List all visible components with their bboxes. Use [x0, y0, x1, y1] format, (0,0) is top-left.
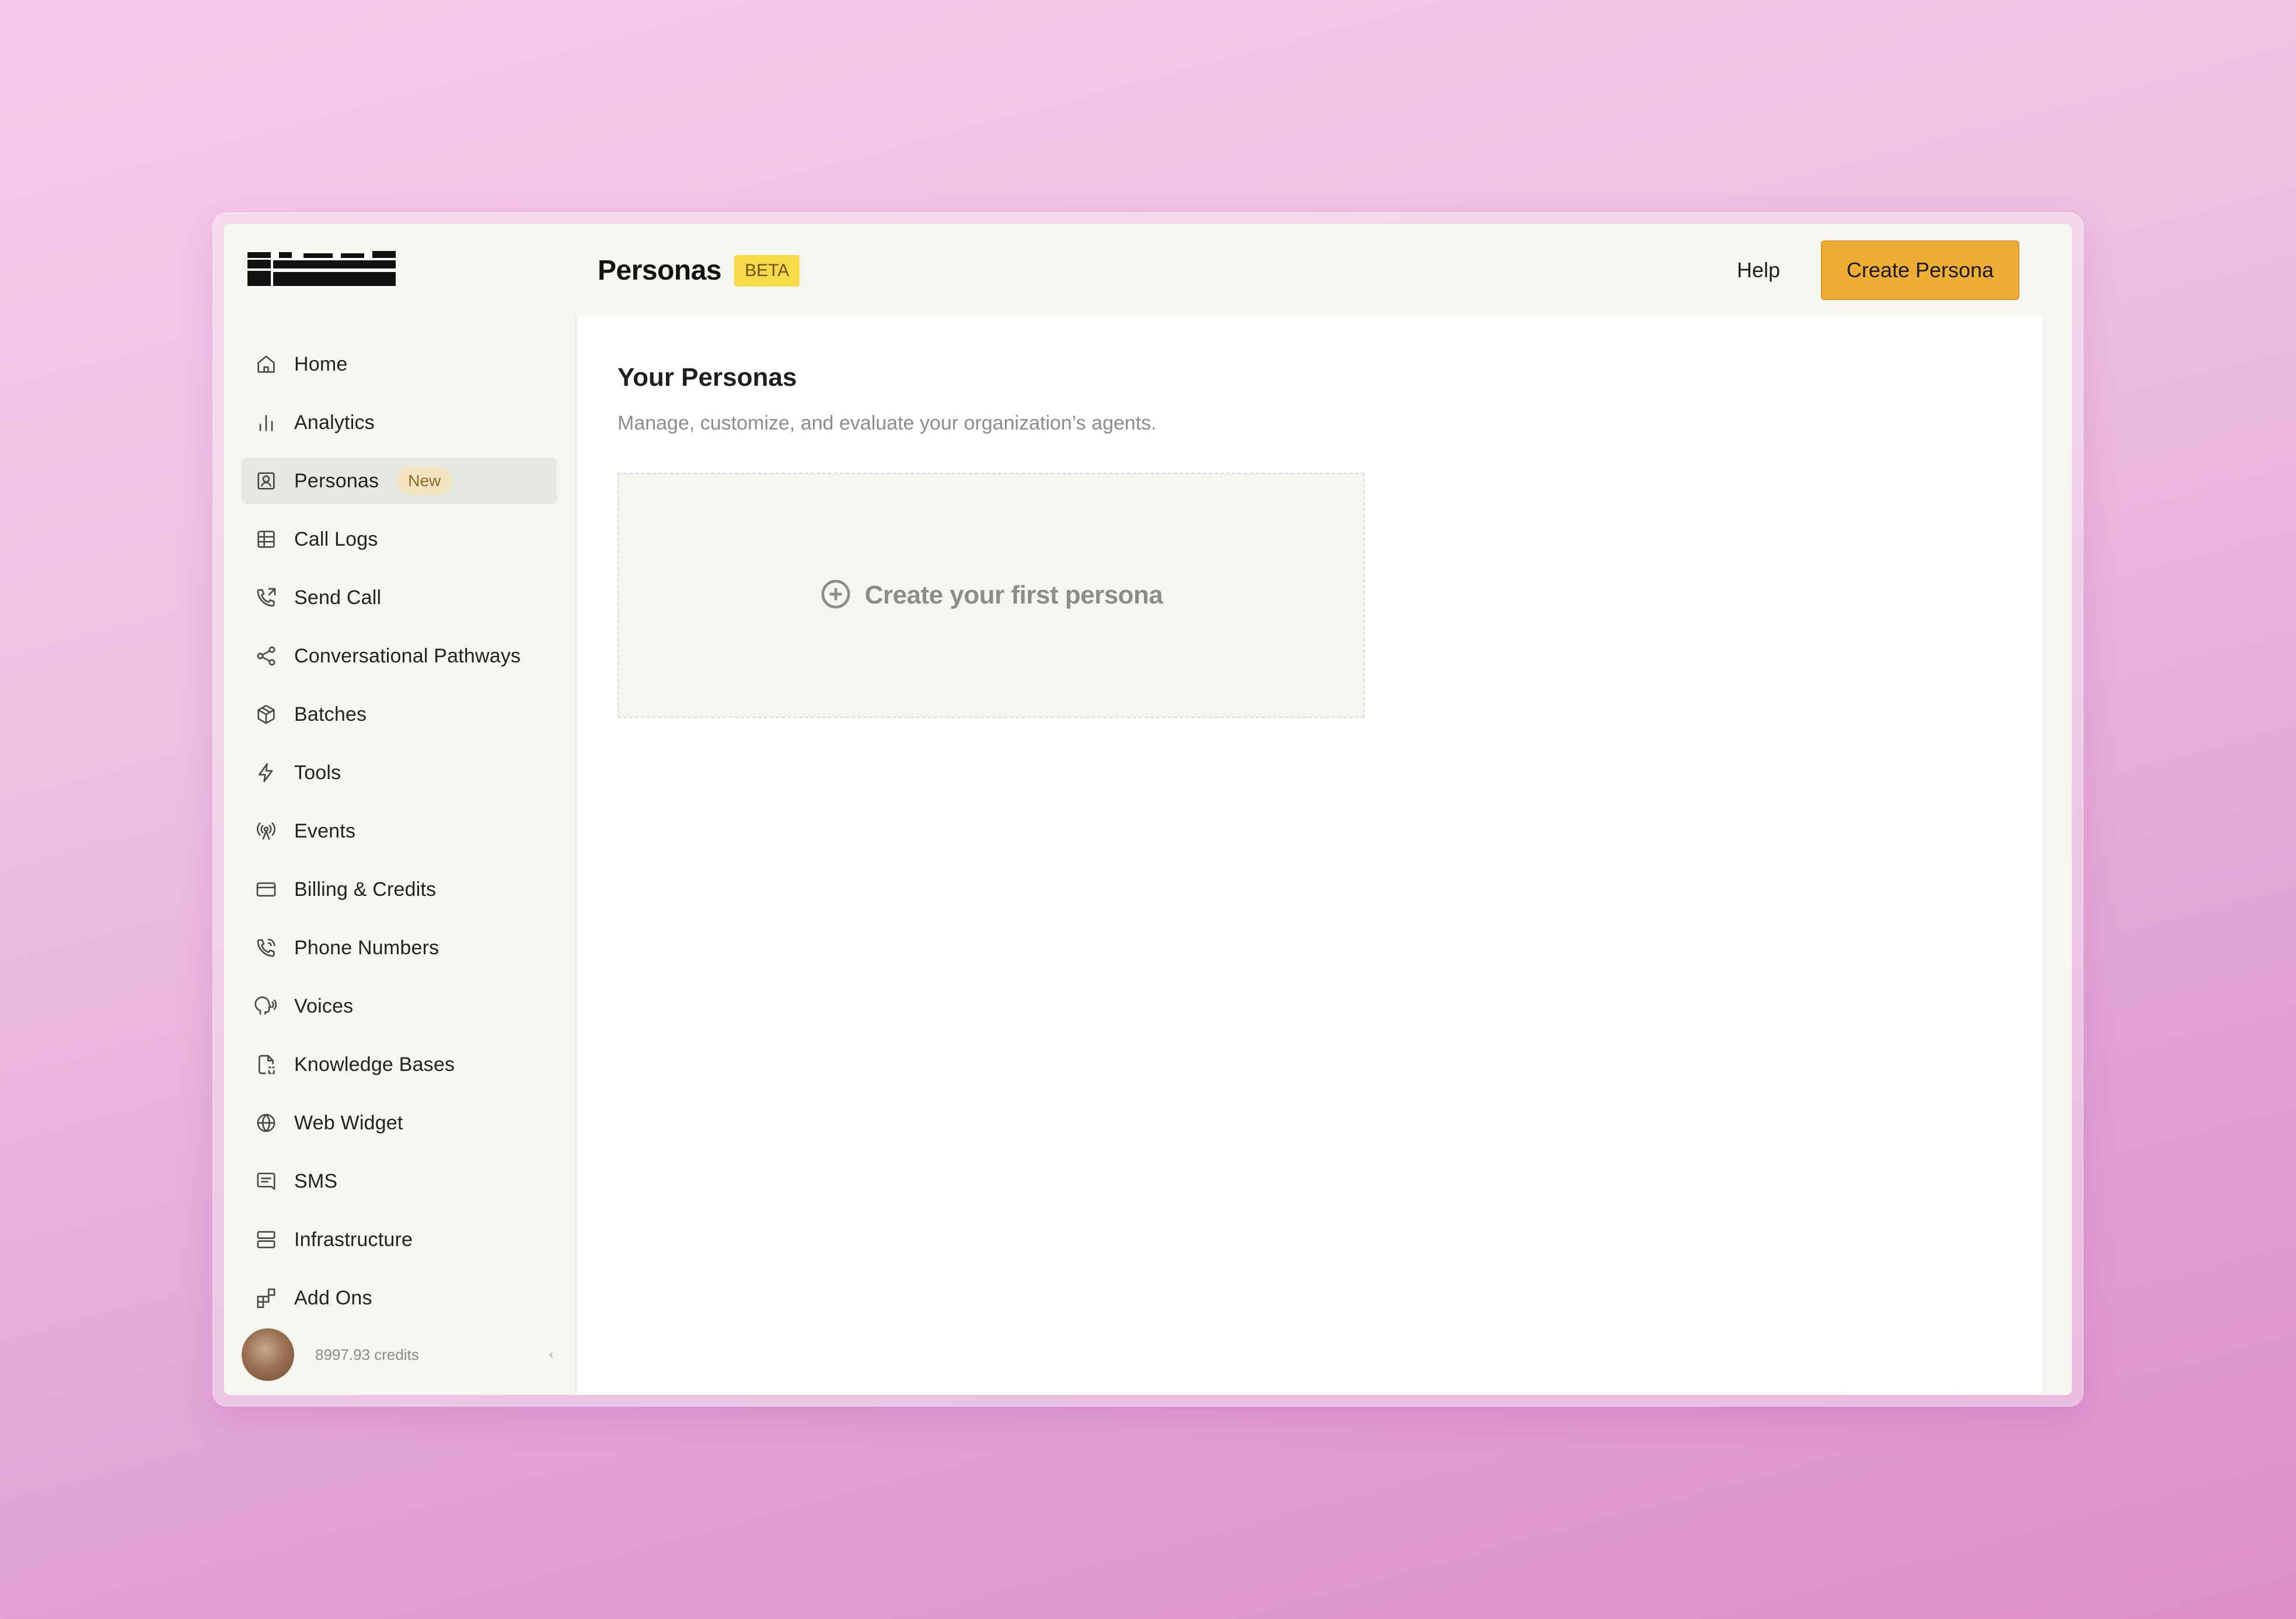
home-icon: [253, 351, 279, 377]
table-icon: [253, 526, 279, 552]
sidebar-item-label: Home: [294, 353, 348, 375]
share-nodes-icon: [253, 643, 279, 669]
file-dashed-icon: [253, 1052, 279, 1077]
sidebar-item-label: Analytics: [294, 411, 375, 434]
create-persona-button[interactable]: Create Persona: [1821, 240, 2019, 300]
phone-outgoing-icon: [253, 585, 279, 610]
sidebar-item-label: Infrastructure: [294, 1228, 413, 1251]
sidebar: Home Analytics Personas New Call Logs Se…: [224, 224, 574, 1395]
sidebar-item-label: Call Logs: [294, 528, 378, 550]
sidebar-item-label: SMS: [294, 1170, 338, 1192]
sidebar-item-label: Personas: [294, 469, 379, 492]
sidebar-item-sms[interactable]: SMS: [242, 1158, 557, 1205]
sidebar-item-voices[interactable]: Voices: [242, 983, 557, 1030]
phone-icon: [253, 935, 279, 961]
page-title: Personas: [598, 255, 722, 286]
sidebar-item-home[interactable]: Home: [242, 341, 557, 388]
help-link[interactable]: Help: [1737, 258, 1780, 282]
message-icon: [253, 1168, 279, 1194]
package-icon: [253, 702, 279, 727]
create-first-persona-card[interactable]: Create your first persona: [617, 473, 1365, 718]
sidebar-item-label: Voices: [294, 995, 354, 1017]
persona-icon: [253, 468, 279, 494]
bar-chart-icon: [253, 410, 279, 435]
sidebar-item-knowledge-bases[interactable]: Knowledge Bases: [242, 1041, 557, 1088]
sidebar-item-billing-credits[interactable]: Billing & Credits: [242, 866, 557, 913]
chevron-left-icon[interactable]: ‹: [549, 1347, 553, 1362]
plus-circle-icon: [819, 578, 852, 613]
sidebar-item-tools[interactable]: Tools: [242, 749, 557, 796]
sidebar-item-infrastructure[interactable]: Infrastructure: [242, 1216, 557, 1263]
sidebar-item-label: Batches: [294, 703, 367, 725]
sidebar-item-label: Tools: [294, 761, 341, 784]
credit-card-icon: [253, 877, 279, 902]
main-content: Your Personas Manage, customize, and eva…: [575, 315, 2042, 1395]
sidebar-item-send-call[interactable]: Send Call: [242, 574, 557, 621]
radio-tower-icon: [253, 818, 279, 844]
sidebar-item-label: Phone Numbers: [294, 936, 439, 959]
blocks-icon: [253, 1285, 279, 1311]
sidebar-item-label: Send Call: [294, 586, 382, 609]
sidebar-item-label: Knowledge Bases: [294, 1053, 455, 1076]
app-window: Home Analytics Personas New Call Logs Se…: [224, 224, 2072, 1395]
sidebar-item-label: Add Ons: [294, 1286, 372, 1309]
sidebar-item-label: Web Widget: [294, 1111, 403, 1134]
sidebar-item-batches[interactable]: Batches: [242, 691, 557, 738]
empty-card-label: Create your first persona: [864, 581, 1163, 609]
user-account-menu[interactable]: 8997.93 credits ‹: [242, 1328, 557, 1381]
new-badge: New: [396, 467, 453, 495]
sidebar-item-call-logs[interactable]: Call Logs: [242, 516, 557, 563]
server-icon: [253, 1227, 279, 1252]
sidebar-item-phone-numbers[interactable]: Phone Numbers: [242, 924, 557, 971]
sidebar-item-label: Billing & Credits: [294, 878, 437, 901]
empty-card-content: Create your first persona: [819, 578, 1163, 613]
sidebar-item-add-ons[interactable]: Add Ons: [242, 1275, 557, 1321]
section-title: Your Personas: [617, 363, 797, 392]
sidebar-nav: Home Analytics Personas New Call Logs Se…: [242, 341, 557, 1333]
section-subtitle: Manage, customize, and evaluate your org…: [617, 412, 1157, 434]
credits-balance: 8997.93 credits: [315, 1345, 419, 1363]
sidebar-item-web-widget[interactable]: Web Widget: [242, 1100, 557, 1146]
page-header: Personas BETA: [598, 254, 800, 287]
sidebar-item-events[interactable]: Events: [242, 808, 557, 854]
bland-logo[interactable]: [247, 250, 397, 288]
sidebar-item-label: Events: [294, 819, 356, 842]
voice-head-icon: [253, 993, 279, 1019]
beta-badge: BETA: [734, 254, 800, 287]
sidebar-item-conversational-pathways[interactable]: Conversational Pathways: [242, 633, 557, 679]
sidebar-item-personas[interactable]: Personas New: [242, 458, 557, 504]
sidebar-item-label: Conversational Pathways: [294, 644, 521, 667]
sidebar-item-analytics[interactable]: Analytics: [242, 399, 557, 446]
lightning-icon: [253, 760, 279, 786]
avatar[interactable]: [242, 1328, 294, 1381]
globe-icon: [253, 1110, 279, 1136]
